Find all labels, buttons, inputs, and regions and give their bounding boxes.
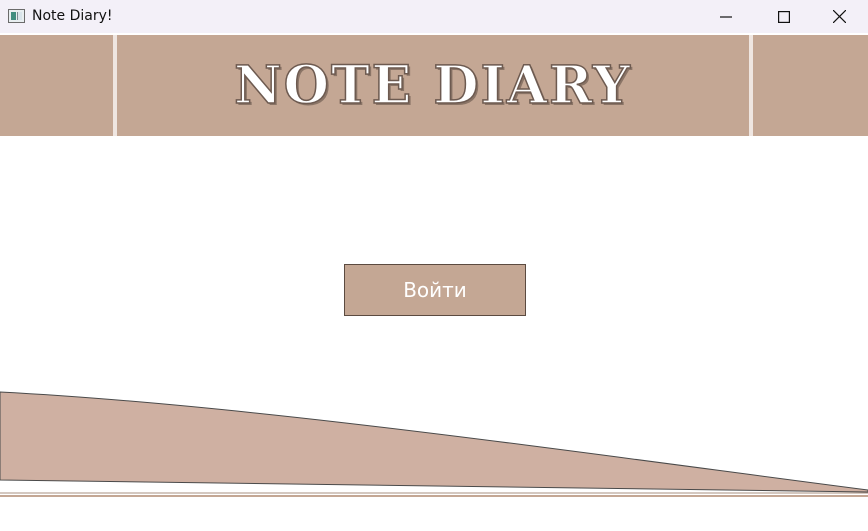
close-button[interactable] xyxy=(810,0,868,33)
maximize-button[interactable] xyxy=(755,0,813,33)
decorative-wave xyxy=(0,391,868,497)
window-title: Note Diary! xyxy=(32,8,113,24)
close-icon xyxy=(832,10,846,23)
app-icon xyxy=(8,9,25,23)
window-titlebar[interactable]: Note Diary! xyxy=(0,0,868,33)
login-button[interactable]: Войти xyxy=(344,264,526,316)
minimize-icon xyxy=(720,15,732,18)
maximize-icon xyxy=(778,10,790,23)
app-title: NOTE DIARY xyxy=(233,54,632,117)
minimize-button[interactable] xyxy=(697,0,755,33)
